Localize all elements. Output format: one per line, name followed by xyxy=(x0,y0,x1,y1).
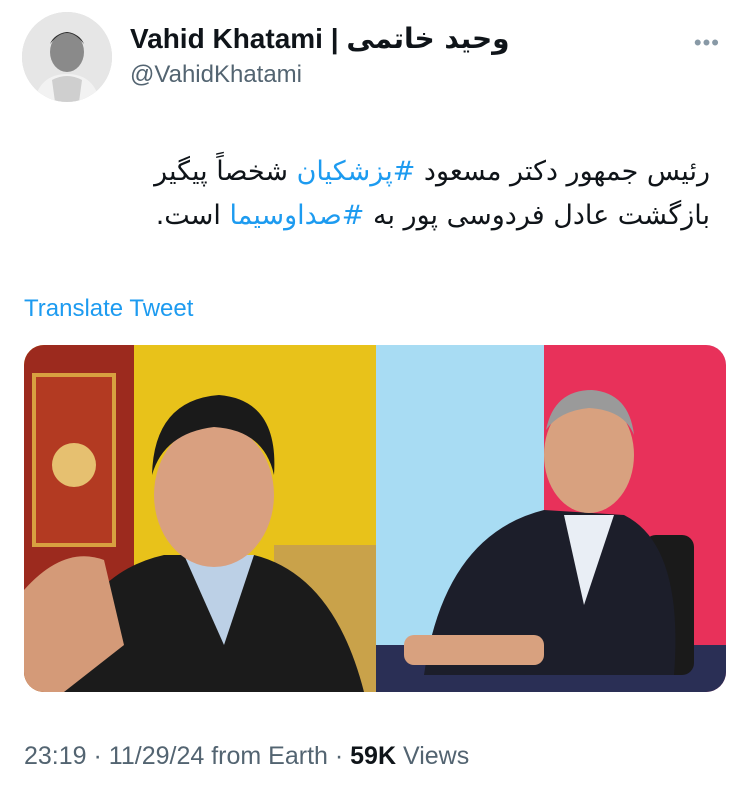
tweet-text-part: است. xyxy=(155,200,230,231)
author-name-persian: وحید خاتمی xyxy=(346,22,510,55)
tweet-time[interactable]: 23:19 xyxy=(24,742,87,770)
meta-separator: · xyxy=(93,742,102,770)
author-handle[interactable]: @VahidKhatami xyxy=(130,61,302,89)
tweet-source: from Earth xyxy=(211,742,328,770)
author-name-row[interactable]: Vahid Khatami | وحید خاتمی xyxy=(130,22,510,55)
more-dots-icon[interactable]: ••• xyxy=(694,30,720,56)
media-right-photo xyxy=(376,345,726,692)
tweet-text: رئیس جمهور دکتر مسعود #پزشکیان شخصاً پیگ… xyxy=(60,150,710,238)
translate-tweet-link[interactable]: Translate Tweet xyxy=(24,295,193,323)
meta-separator: · xyxy=(334,742,344,770)
avatar[interactable] xyxy=(22,12,112,102)
avatar-photo xyxy=(22,12,112,102)
views-count[interactable]: 59K xyxy=(350,742,396,770)
media-left-photo xyxy=(24,345,376,692)
author-name[interactable]: Vahid Khatami xyxy=(130,23,323,54)
tweet-text-part: رئیس جمهور دکتر مسعود xyxy=(415,156,710,187)
tweet-date[interactable]: 11/29/24 xyxy=(109,742,204,770)
views-label[interactable]: Views xyxy=(403,742,469,770)
hashtag-link[interactable]: #پزشکیان xyxy=(297,156,416,187)
tweet-meta: 23:19 · 11/29/24 from Earth · 59K Views xyxy=(24,742,469,771)
tweet-media-image[interactable] xyxy=(24,345,726,692)
name-separator: | xyxy=(330,23,339,54)
hashtag-link[interactable]: #صداوسیما xyxy=(230,200,365,231)
